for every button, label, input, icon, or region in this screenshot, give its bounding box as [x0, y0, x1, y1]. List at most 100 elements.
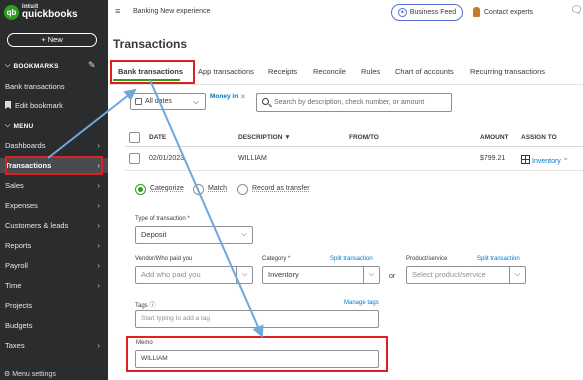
sidebar: qb intuit quickbooks + New ⌵ BOOKMARKS ✎…	[0, 0, 108, 380]
chevron-down-icon: ⌵	[5, 122, 11, 129]
tab-chart-of-accounts[interactable]: Chart of accounts	[395, 67, 454, 76]
type-of-transaction-value: Deposit	[141, 230, 167, 239]
search-icon	[262, 98, 269, 105]
bookmarks-header-label: BOOKMARKS	[13, 62, 59, 70]
active-tab-indicator	[113, 79, 180, 81]
chevron-down-icon: ⌵	[192, 97, 199, 106]
product-service-label: Product/service	[406, 256, 448, 262]
pencil-icon[interactable]: ✎	[88, 60, 96, 71]
date-filter-select[interactable]: All dates ⌵	[130, 93, 206, 110]
type-of-transaction-select[interactable]: Deposit ⌵	[135, 226, 253, 244]
bookmark-edit[interactable]: Edit bookmark	[0, 98, 108, 113]
chevron-down-icon: ⌵	[241, 231, 247, 238]
product-service-select[interactable]: Select product/service ⌵	[406, 266, 526, 284]
business-feed-button[interactable]: ✦ Business Feed	[391, 4, 463, 21]
tab-reconcile[interactable]: Reconcile	[313, 67, 346, 76]
sidebar-item-label: Customers & leads	[5, 221, 69, 230]
row-description: WILLIAM	[238, 155, 267, 162]
sidebar-item-taxes[interactable]: Taxes ›	[0, 338, 108, 353]
search-input[interactable]: Search by description, check number, or …	[256, 93, 452, 112]
chevron-right-icon: ›	[97, 201, 100, 210]
sidebar-item-label: Reports	[5, 241, 32, 250]
contact-experts-button[interactable]: Contact experts	[473, 7, 533, 17]
bookmark-icon	[5, 101, 11, 109]
bookmark-label: Edit bookmark	[15, 101, 63, 110]
category-value: Inventory	[268, 270, 299, 279]
column-header-assign-to[interactable]: ASSIGN TO	[521, 134, 557, 141]
select-all-checkbox[interactable]	[129, 132, 140, 143]
menu-toggle-icon[interactable]: ≡	[115, 6, 120, 16]
categorize-radio[interactable]	[135, 184, 146, 195]
category-select[interactable]: Inventory ⌵	[262, 266, 380, 284]
sidebar-item-label: Dashboards	[5, 141, 46, 150]
sidebar-item-label: Transactions	[5, 161, 52, 170]
logo-quickbooks-text: quickbooks	[22, 9, 78, 20]
chevron-right-icon: ›	[97, 341, 100, 350]
row-date: 02/01/2023	[149, 155, 185, 162]
memo-label: Memo	[136, 340, 153, 346]
product-split-transaction-link[interactable]: Split transaction	[477, 256, 520, 262]
new-button[interactable]: + New	[7, 33, 97, 47]
sidebar-item-label: Projects	[5, 301, 33, 310]
record-transfer-radio[interactable]	[237, 184, 248, 195]
row-assign-to[interactable]: Inventory ⌃	[521, 155, 569, 165]
sidebar-item-label: Expenses	[5, 201, 38, 210]
type-of-transaction-label: Type of transaction *	[135, 216, 190, 222]
row-assign-to-value: Inventory	[532, 158, 561, 165]
app-window: qb intuit quickbooks + New ⌵ BOOKMARKS ✎…	[0, 0, 583, 380]
tab-rules[interactable]: Rules	[361, 67, 380, 76]
sidebar-item-payroll[interactable]: Payroll ›	[0, 258, 108, 273]
sparkle-icon: ✦	[397, 8, 407, 17]
column-header-from-to[interactable]: FROM/TO	[349, 134, 379, 141]
chevron-right-icon: ›	[97, 221, 100, 230]
memo-input[interactable]: WILLIAM	[135, 350, 379, 368]
sidebar-item-transactions[interactable]: Transactions ›	[0, 158, 108, 173]
money-in-filter-chip[interactable]: Money in	[210, 93, 238, 100]
match-label[interactable]: Match	[208, 185, 227, 192]
bookmark-bank-transactions[interactable]: Bank transactions	[0, 79, 108, 94]
column-header-amount[interactable]: AMOUNT	[480, 134, 509, 141]
sidebar-item-dashboards[interactable]: Dashboards ›	[0, 138, 108, 153]
chevron-down-icon: ⌵	[5, 62, 11, 69]
chevron-down-icon: ⌵	[236, 267, 252, 283]
chat-icon[interactable]: 🗨	[570, 5, 583, 16]
grid-icon	[521, 155, 530, 164]
tab-bank-transactions[interactable]: Bank transactions	[118, 67, 183, 76]
tags-label-text: Tags	[135, 303, 148, 309]
tab-receipts[interactable]: Receipts	[268, 67, 297, 76]
tab-app-transactions[interactable]: App transactions	[198, 67, 254, 76]
date-filter-value: All dates	[145, 98, 172, 105]
sidebar-item-expenses[interactable]: Expenses ›	[0, 198, 108, 213]
sidebar-item-customers-leads[interactable]: Customers & leads ›	[0, 218, 108, 233]
manage-tags-link[interactable]: Manage tags	[344, 300, 379, 306]
tab-recurring-transactions[interactable]: Recurring transactions	[470, 67, 545, 76]
sidebar-item-reports[interactable]: Reports ›	[0, 238, 108, 253]
chevron-right-icon: ›	[97, 241, 100, 250]
sidebar-item-sales[interactable]: Sales ›	[0, 178, 108, 193]
vendor-select[interactable]: Add who paid you ⌵	[135, 266, 253, 284]
category-split-transaction-link[interactable]: Split transaction	[330, 256, 373, 262]
categorize-label[interactable]: Categorize	[150, 185, 184, 192]
record-transfer-label[interactable]: Record as transfer	[252, 185, 310, 192]
menu-header[interactable]: ⌵ MENU	[5, 122, 33, 130]
header-divider	[125, 146, 583, 147]
sidebar-item-budgets[interactable]: Budgets	[0, 318, 108, 333]
quickbooks-logo[interactable]: qb intuit quickbooks	[4, 4, 78, 20]
bookmarks-header[interactable]: ⌵ BOOKMARKS	[5, 62, 59, 70]
sidebar-item-label: Taxes	[5, 341, 25, 350]
tags-input[interactable]: Start typing to add a tag	[135, 310, 379, 328]
close-icon[interactable]: ✕	[240, 93, 246, 101]
product-service-placeholder: Select product/service	[412, 270, 486, 279]
chevron-right-icon: ›	[97, 161, 100, 170]
match-radio[interactable]	[193, 184, 204, 195]
arrow-to-memo-field	[149, 79, 264, 338]
sidebar-item-projects[interactable]: Projects	[0, 298, 108, 313]
row-checkbox[interactable]	[129, 153, 140, 164]
menu-settings-link[interactable]: ⚙ Menu settings	[4, 370, 56, 378]
tabs-divider	[108, 84, 583, 85]
chevron-right-icon: ›	[97, 261, 100, 270]
menu-settings-label: Menu settings	[12, 371, 56, 378]
column-header-date[interactable]: DATE	[149, 134, 166, 141]
sidebar-item-time[interactable]: Time ›	[0, 278, 108, 293]
column-header-description[interactable]: DESCRIPTION ▼	[238, 134, 291, 141]
